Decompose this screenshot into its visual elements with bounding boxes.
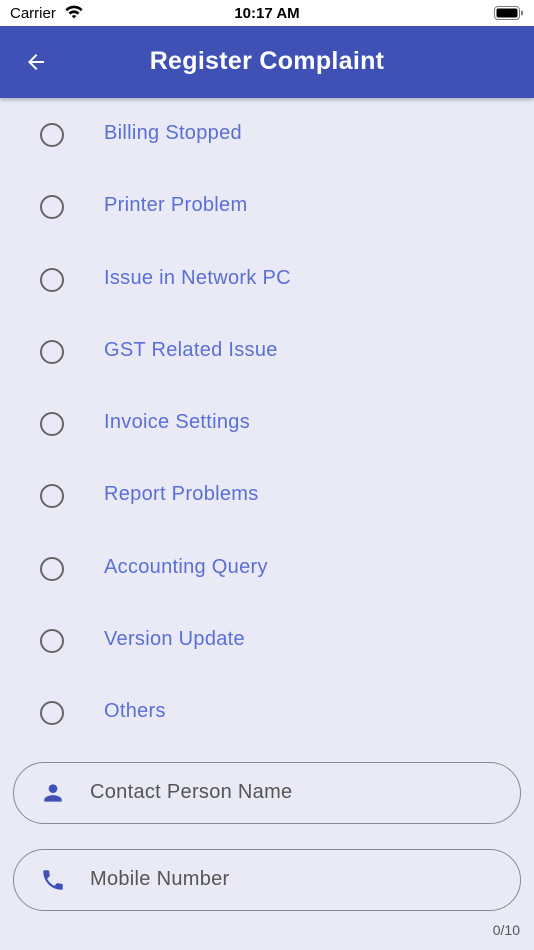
option-invoice-settings[interactable]: Invoice Settings (0, 387, 534, 459)
option-label: Invoice Settings (104, 411, 250, 434)
option-version-update[interactable]: Version Update (0, 604, 534, 676)
phone-icon (43, 870, 63, 890)
radio-button[interactable] (40, 412, 64, 437)
character-counter: 0/10 (492, 922, 520, 938)
option-label: Printer Problem (104, 194, 248, 217)
radio-button[interactable] (40, 267, 64, 292)
radio-button[interactable] (40, 484, 64, 509)
option-others[interactable]: Others (0, 676, 534, 748)
radio-button[interactable] (40, 195, 64, 220)
option-label: Version Update (104, 628, 245, 651)
complaint-options-list: Billing Stopped Printer Problem Issue in… (0, 98, 534, 749)
radio-button[interactable] (40, 123, 64, 147)
option-accounting-query[interactable]: Accounting Query (0, 532, 534, 604)
option-label: GST Related Issue (104, 338, 278, 361)
option-label: Others (104, 700, 166, 723)
mobile-number-input[interactable] (90, 850, 490, 909)
app-bar: Register Complaint (0, 26, 534, 98)
person-icon (44, 784, 62, 802)
option-printer-problem[interactable]: Printer Problem (0, 170, 534, 242)
radio-button[interactable] (40, 701, 64, 726)
mobile-number-field[interactable] (13, 849, 521, 911)
option-label: Billing Stopped (104, 122, 242, 144)
radio-button[interactable] (40, 629, 64, 654)
clock-label: 10:17 AM (234, 5, 300, 22)
page-title: Register Complaint (149, 47, 385, 75)
option-issue-network-pc[interactable]: Issue in Network PC (0, 243, 534, 315)
radio-button[interactable] (40, 339, 64, 364)
battery-icon (494, 6, 524, 25)
option-label: Issue in Network PC (104, 266, 291, 289)
contact-person-input[interactable] (90, 763, 490, 822)
radio-button[interactable] (40, 556, 64, 581)
status-bar: Carrier 10:17 AM (0, 0, 534, 26)
option-label: Report Problems (104, 483, 259, 506)
option-label: Accounting Query (104, 555, 268, 578)
option-gst-related-issue[interactable]: GST Related Issue (0, 315, 534, 387)
option-billing-stopped[interactable]: Billing Stopped (0, 98, 534, 170)
contact-person-field[interactable] (13, 762, 521, 824)
option-report-problems[interactable]: Report Problems (0, 459, 534, 531)
